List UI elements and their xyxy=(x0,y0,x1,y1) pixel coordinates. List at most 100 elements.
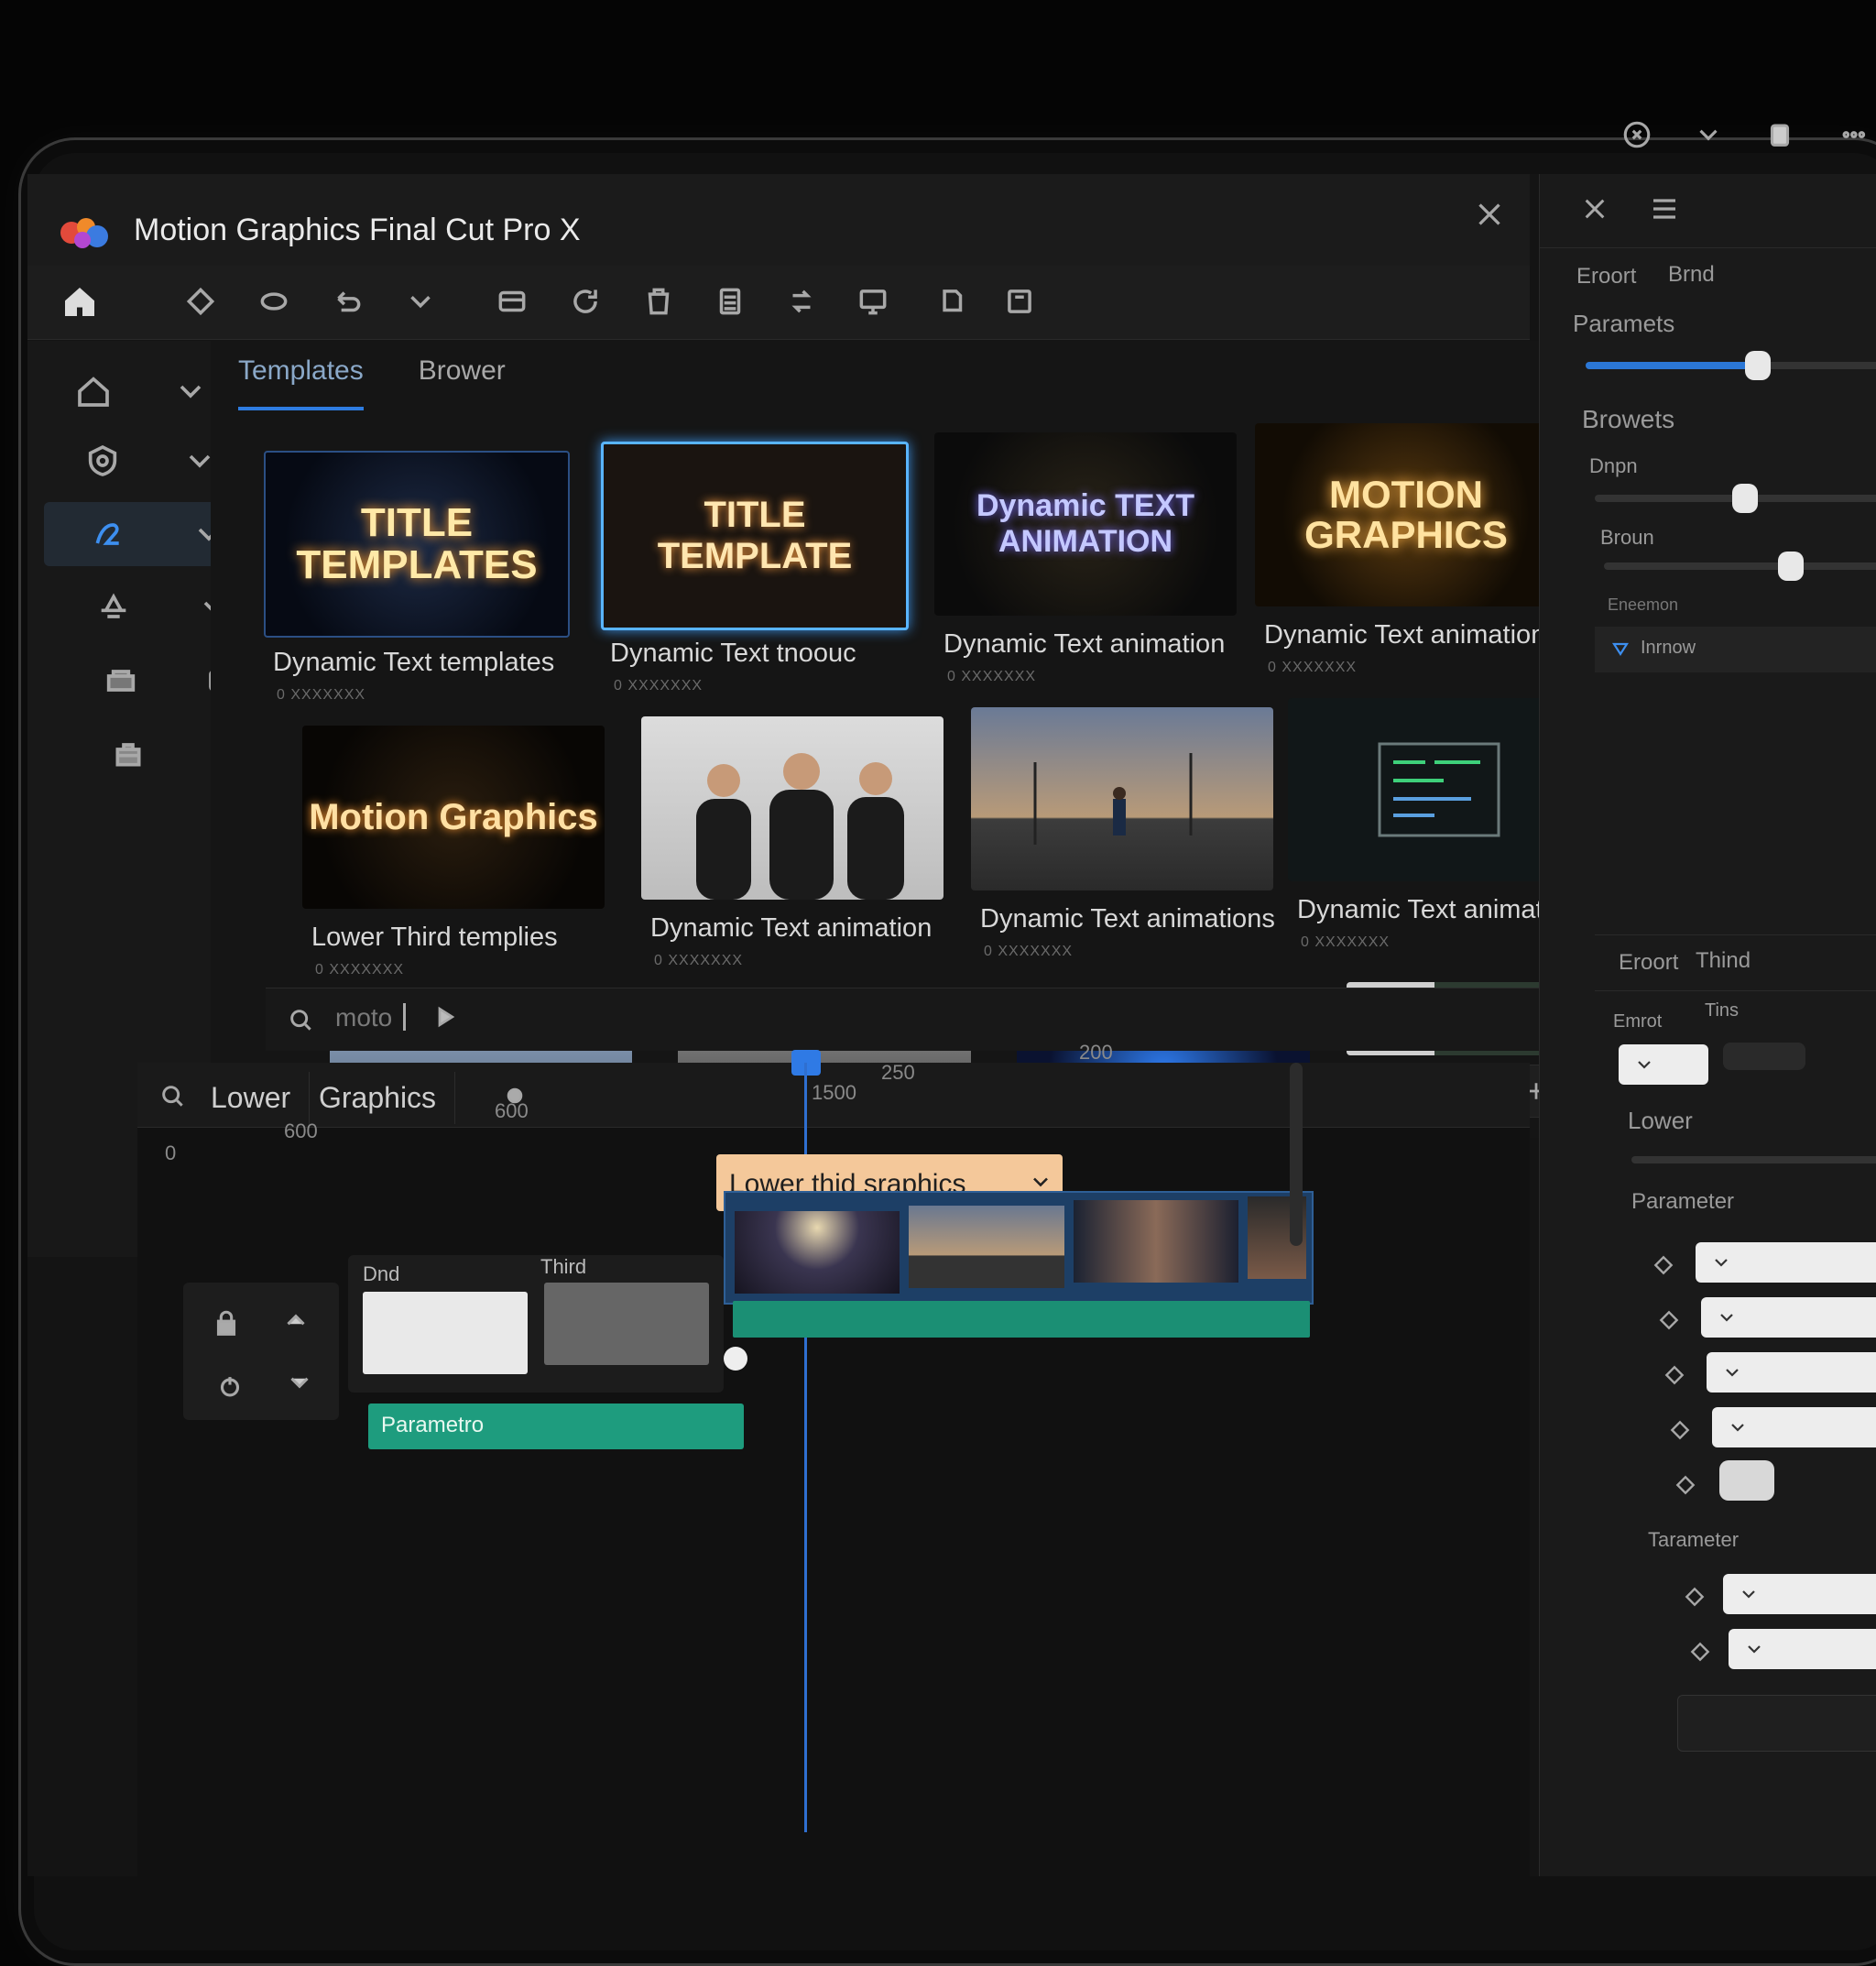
scrollbar[interactable] xyxy=(1290,1063,1303,1246)
chevron-down-icon xyxy=(1633,1054,1655,1076)
dropdown[interactable] xyxy=(1619,1044,1708,1085)
tab-browser[interactable]: Brower xyxy=(419,355,506,410)
ruler-label: 250 xyxy=(881,1061,915,1084)
audio-clip[interactable]: Parametro xyxy=(368,1404,744,1449)
dropdown[interactable] xyxy=(1701,1297,1876,1338)
inspector-button[interactable] xyxy=(1677,1695,1876,1752)
tag-icon[interactable] xyxy=(183,284,218,319)
toggle[interactable] xyxy=(1723,1043,1805,1070)
toggle[interactable] xyxy=(1719,1460,1774,1501)
dropdown[interactable] xyxy=(1696,1242,1876,1283)
chevron-down-icon xyxy=(1738,1583,1760,1605)
monitor-icon[interactable] xyxy=(856,284,890,319)
timeline-tab-graphics[interactable]: Graphics xyxy=(300,1072,456,1124)
parameters-slider[interactable] xyxy=(1586,351,1876,380)
rooftop-thumbnail xyxy=(971,707,1273,890)
rotate-icon[interactable] xyxy=(784,284,819,319)
close-icon[interactable] xyxy=(1473,198,1506,231)
filmstrip-frame xyxy=(909,1206,1064,1288)
keyframe-handle[interactable] xyxy=(724,1347,747,1371)
param-label: Eneemon xyxy=(1608,595,1679,614)
clipboard-icon[interactable] xyxy=(1764,119,1795,150)
app-window: Motion Graphics Final Cut Pro X Template… xyxy=(27,174,1876,1876)
slider-knob[interactable] xyxy=(1732,484,1758,513)
app-logo-icon xyxy=(59,214,110,251)
frame-icon[interactable] xyxy=(1002,284,1037,319)
track-label: Dnd xyxy=(363,1262,400,1285)
keyframe-icon[interactable] xyxy=(1668,1418,1692,1442)
disclosure-row[interactable]: Inrnow xyxy=(1595,627,1876,672)
keyframe-icon[interactable] xyxy=(1652,1253,1675,1277)
chevron-down-icon xyxy=(1710,1251,1732,1273)
ruler-label: 0 xyxy=(165,1141,177,1164)
slider-knob[interactable] xyxy=(1745,351,1771,380)
window-title: Motion Graphics Final Cut Pro X xyxy=(134,213,581,247)
keyframe-icon[interactable] xyxy=(1683,1585,1707,1609)
template-meta: 0 XXXXXXX xyxy=(614,678,704,694)
pen-icon xyxy=(90,516,126,552)
subtab-1[interactable]: Eroort xyxy=(1619,950,1678,976)
lower-slider[interactable] xyxy=(1631,1156,1876,1163)
chevron-down-icon xyxy=(1721,1361,1743,1383)
triangle-down-icon xyxy=(1609,638,1631,660)
dropdown[interactable] xyxy=(1712,1407,1876,1447)
param-slider[interactable] xyxy=(1595,484,1876,513)
slider-knob[interactable] xyxy=(1778,552,1804,581)
layers-icon[interactable] xyxy=(495,284,529,319)
audio-waveform-track[interactable] xyxy=(733,1301,1310,1338)
template-meta: 0 XXXXXXX xyxy=(277,687,366,703)
template-label: Dynamic Text animation xyxy=(1297,895,1579,924)
chevron-down-icon[interactable] xyxy=(403,284,438,319)
template-thumbnail: TITLE TEMPLATES xyxy=(264,451,570,638)
keyframe-icon[interactable] xyxy=(1663,1363,1686,1387)
arrow-up-icon[interactable] xyxy=(280,1305,311,1336)
clip-white[interactable] xyxy=(363,1292,528,1374)
subtab-2[interactable]: Thind xyxy=(1696,948,1751,974)
arrow-down-icon[interactable] xyxy=(284,1367,315,1398)
inspector-tab-1[interactable]: Eroort xyxy=(1576,264,1636,289)
keyframe-icon[interactable] xyxy=(1688,1640,1712,1664)
list-icon[interactable] xyxy=(713,284,747,319)
play-icon[interactable] xyxy=(431,1003,458,1031)
video-clip-filmstrip[interactable] xyxy=(724,1191,1314,1305)
timeline-tab-lower[interactable]: Lower xyxy=(192,1072,311,1124)
folder-icon xyxy=(103,662,139,699)
section-browsets: Browets xyxy=(1582,405,1675,433)
lock-icon[interactable] xyxy=(211,1308,242,1339)
keyframe-icon[interactable] xyxy=(1674,1473,1697,1497)
dropdown[interactable] xyxy=(1723,1574,1876,1614)
template-label: Dynamic Text animations xyxy=(980,904,1275,934)
template-meta: 0 XXXXXXX xyxy=(1268,660,1358,675)
ellipsis-icon[interactable] xyxy=(1836,119,1867,150)
clip-gray[interactable] xyxy=(544,1283,709,1365)
audio-clip-label: Parametro xyxy=(381,1413,485,1437)
param-slider[interactable] xyxy=(1604,552,1876,581)
template-meta: 0 XXXXXXX xyxy=(315,962,405,978)
close-circle-icon[interactable] xyxy=(1621,119,1652,150)
people-thumbnail xyxy=(641,716,943,900)
ruler-label: 600 xyxy=(495,1099,529,1122)
tab-templates[interactable]: Templates xyxy=(238,355,364,410)
template-thumbnail: TITLE TEMPLATE xyxy=(601,442,909,630)
close-icon[interactable] xyxy=(1580,194,1609,224)
chevron-down-icon[interactable] xyxy=(172,373,209,410)
search-input[interactable]: moto xyxy=(335,1003,392,1032)
template-label: Dynamic Text tnoouc xyxy=(610,639,856,668)
ruler-label: 600 xyxy=(284,1120,318,1142)
hamburger-menu-icon[interactable] xyxy=(1648,192,1681,225)
param-label: Parameter xyxy=(1631,1189,1735,1214)
undo-icon[interactable] xyxy=(330,284,365,319)
refresh-icon[interactable] xyxy=(568,284,603,319)
inspector-tab-2[interactable]: Brnd xyxy=(1668,262,1715,288)
link-icon[interactable] xyxy=(256,284,291,319)
keyframe-icon[interactable] xyxy=(1657,1308,1681,1332)
template-meta: 0 XXXXXXX xyxy=(947,669,1037,684)
copy-icon[interactable] xyxy=(934,284,969,319)
home-icon[interactable] xyxy=(62,284,97,319)
power-icon[interactable] xyxy=(214,1371,245,1402)
dropdown[interactable] xyxy=(1729,1629,1876,1669)
search-icon[interactable] xyxy=(158,1081,187,1110)
dropdown[interactable] xyxy=(1707,1352,1876,1393)
chevron-down-icon[interactable] xyxy=(1693,119,1724,150)
trash-icon[interactable] xyxy=(641,284,676,319)
